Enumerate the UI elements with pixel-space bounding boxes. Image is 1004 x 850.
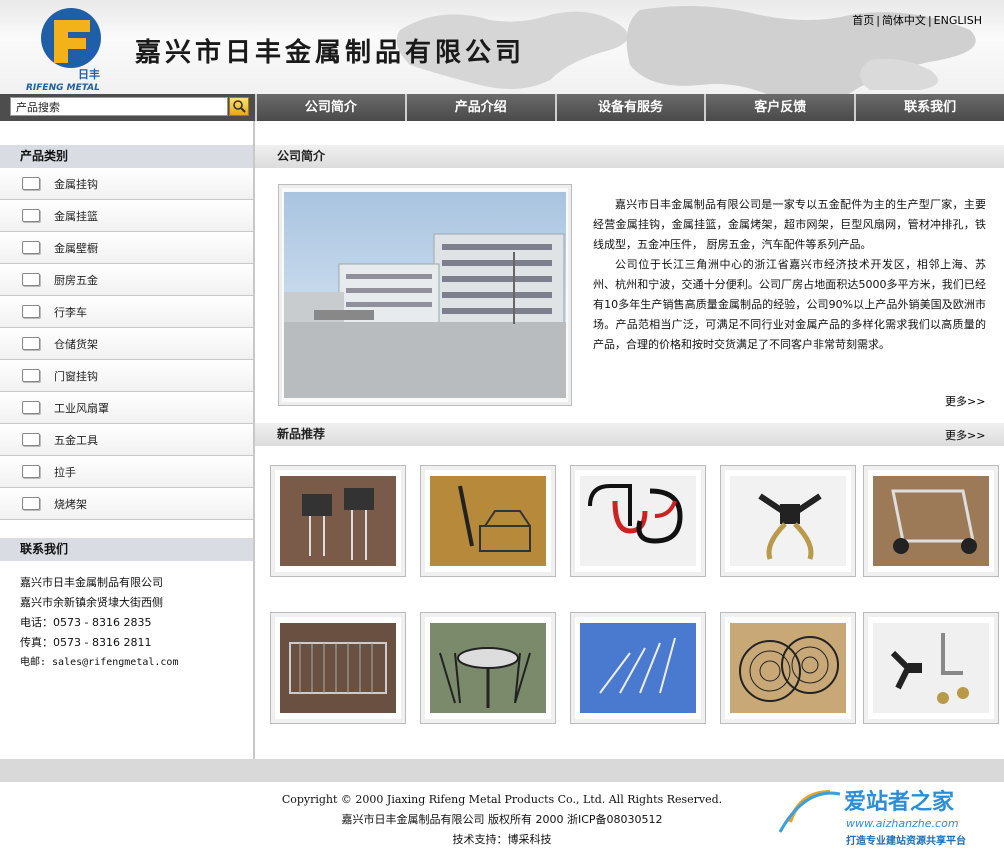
product-image (580, 476, 696, 566)
product-image (730, 476, 846, 566)
contact-title: 联系我们 (0, 538, 253, 561)
category-item[interactable]: 门窗挂钩 (0, 360, 253, 392)
new-products-title: 新品推荐 (255, 423, 1004, 446)
company-logo[interactable]: 日丰 RIFENG METAL (26, 6, 126, 92)
logo-subtext: RIFENG METAL (26, 83, 100, 92)
about-title: 公司简介 (255, 145, 1004, 168)
category-item[interactable]: 金属挂篮 (0, 200, 253, 232)
search-input[interactable]: 产品搜索 (10, 97, 228, 116)
category-label: 烧烤架 (54, 498, 87, 511)
folder-icon (22, 401, 40, 414)
company-title: 嘉兴市日丰金属制品有限公司 (135, 38, 526, 68)
language-links: 首页 | 简体中文 | ENGLISH (852, 12, 982, 28)
nav-contact[interactable]: 联系我们 (854, 94, 1004, 121)
category-item[interactable]: 仓储货架 (0, 328, 253, 360)
footer-divider-band (0, 759, 1004, 782)
product-image (580, 623, 696, 713)
link-separator: | (927, 14, 932, 27)
category-item[interactable]: 五金工具 (0, 424, 253, 456)
product-thumb-patio-set[interactable] (420, 612, 556, 724)
about-paragraph-1: 嘉兴市日丰金属制品有限公司是一家专以五金配件为主的生产型厂家，主要经营金属挂钩，… (593, 198, 986, 251)
watermark-logo: 爱站者之家 www.aizhanzhe.com 打造专业建站资源共享平台 (778, 789, 966, 847)
contact-fax: 传真：0573 - 8316 2811 (20, 636, 152, 649)
factory-image (284, 192, 566, 398)
folder-icon (22, 497, 40, 510)
product-image (280, 623, 396, 713)
main-content: 公司简介 嘉兴市日丰金属制品有限公司是一家专以五金配件为主的生产型厂家，主要经营… (255, 121, 1004, 759)
category-item[interactable]: 烧烤架 (0, 488, 253, 520)
contact-email[interactable]: 电邮: sales@rifengmetal.com (20, 653, 253, 673)
product-image (430, 623, 546, 713)
category-label: 门窗挂钩 (54, 370, 98, 383)
simplified-chinese-link[interactable]: 简体中文 (882, 14, 926, 27)
contact-phone: 电话：0573 - 8316 2835 (20, 616, 152, 629)
sidebar: 产品类别 金属挂钩 金属挂篮 金属壁橱 厨房五金 行李车 仓储货架 门窗挂钩 工… (0, 121, 255, 759)
search-button[interactable] (229, 97, 249, 116)
category-item[interactable]: 工业风扇罩 (0, 392, 253, 424)
category-label: 行李车 (54, 306, 87, 319)
category-item[interactable]: 拉手 (0, 456, 253, 488)
about-paragraph-2: 公司位于长江三角洲中心的浙江省嘉兴市经济技术开发区，相邻上海、苏州、杭州和宁波，… (593, 258, 986, 351)
category-list: 金属挂钩 金属挂篮 金属壁橱 厨房五金 行李车 仓储货架 门窗挂钩 工业风扇罩 … (0, 168, 253, 520)
nav-feedback[interactable]: 客户反馈 (704, 94, 854, 121)
category-label: 金属挂钩 (54, 178, 98, 191)
product-thumb-bracket[interactable] (720, 465, 856, 577)
product-thumb-trolley[interactable] (863, 465, 999, 577)
site-header: 日丰 RIFENG METAL 嘉兴市日丰金属制品有限公司 首页 | 简体中文 | EN… (0, 0, 1004, 94)
folder-icon (22, 209, 40, 222)
category-item[interactable]: 金属壁橱 (0, 232, 253, 264)
category-label: 工业风扇罩 (54, 402, 109, 415)
new-products-more-link[interactable]: 更多>> (945, 427, 985, 443)
nav-products[interactable]: 产品介绍 (404, 94, 555, 121)
category-label: 金属挂篮 (54, 210, 98, 223)
product-image (873, 476, 989, 566)
category-item[interactable]: 行李车 (0, 296, 253, 328)
category-item[interactable]: 金属挂钩 (0, 168, 253, 200)
watermark-url: www.aizhanzhe.com (846, 817, 959, 830)
folder-icon (22, 177, 40, 190)
folder-icon (22, 465, 40, 478)
product-thumb-fan-guard[interactable] (720, 612, 856, 724)
folder-icon (22, 369, 40, 382)
product-thumb-hooks[interactable] (270, 465, 406, 577)
logo-text: 日丰 (78, 67, 100, 81)
folder-icon (22, 273, 40, 286)
contact-company: 嘉兴市日丰金属制品有限公司 (20, 576, 163, 589)
product-image (430, 476, 546, 566)
nav-equipment-service[interactable]: 设备有服务 (554, 94, 705, 121)
category-title: 产品类别 (0, 145, 253, 168)
watermark-title: 爱站者之家 (844, 789, 955, 815)
about-more-link[interactable]: 更多>> (945, 393, 985, 409)
about-text: 嘉兴市日丰金属制品有限公司是一家专以五金配件为主的生产型厂家，主要经营金属挂钩，… (593, 195, 986, 355)
folder-icon (22, 433, 40, 446)
home-link[interactable]: 首页 (852, 14, 874, 27)
watermark-slogan: 打造专业建站资源共享平台 (846, 834, 966, 847)
search-icon (233, 100, 246, 113)
category-label: 拉手 (54, 466, 76, 479)
product-image (873, 623, 989, 713)
link-separator: | (876, 14, 880, 27)
english-link[interactable]: ENGLISH (934, 14, 982, 27)
category-label: 金属壁橱 (54, 242, 98, 255)
category-item[interactable]: 厨房五金 (0, 264, 253, 296)
main-nav: 公司简介 产品介绍 设备有服务 客户反馈 联系我们 (255, 94, 1004, 121)
product-image (730, 623, 846, 713)
folder-icon (22, 337, 40, 350)
search-bar: 产品搜索 (0, 94, 255, 121)
category-label: 五金工具 (54, 434, 98, 447)
product-thumb-basket[interactable] (420, 465, 556, 577)
product-thumb-handles[interactable] (863, 612, 999, 724)
category-label: 厨房五金 (54, 274, 98, 287)
contact-info: 嘉兴市日丰金属制品有限公司 嘉兴市余新镇余贤埭大街西侧 电话：0573 - 83… (0, 561, 253, 673)
factory-photo[interactable] (278, 184, 572, 406)
category-label: 仓储货架 (54, 338, 98, 351)
nav-about[interactable]: 公司简介 (255, 94, 405, 121)
product-thumb-wall-hooks[interactable] (570, 465, 706, 577)
product-thumb-wire-parts[interactable] (570, 612, 706, 724)
product-image (280, 476, 396, 566)
folder-icon (22, 305, 40, 318)
folder-icon (22, 241, 40, 254)
contact-address: 嘉兴市余新镇余贤埭大街西侧 (20, 596, 163, 609)
product-thumb-dish-rack[interactable] (270, 612, 406, 724)
